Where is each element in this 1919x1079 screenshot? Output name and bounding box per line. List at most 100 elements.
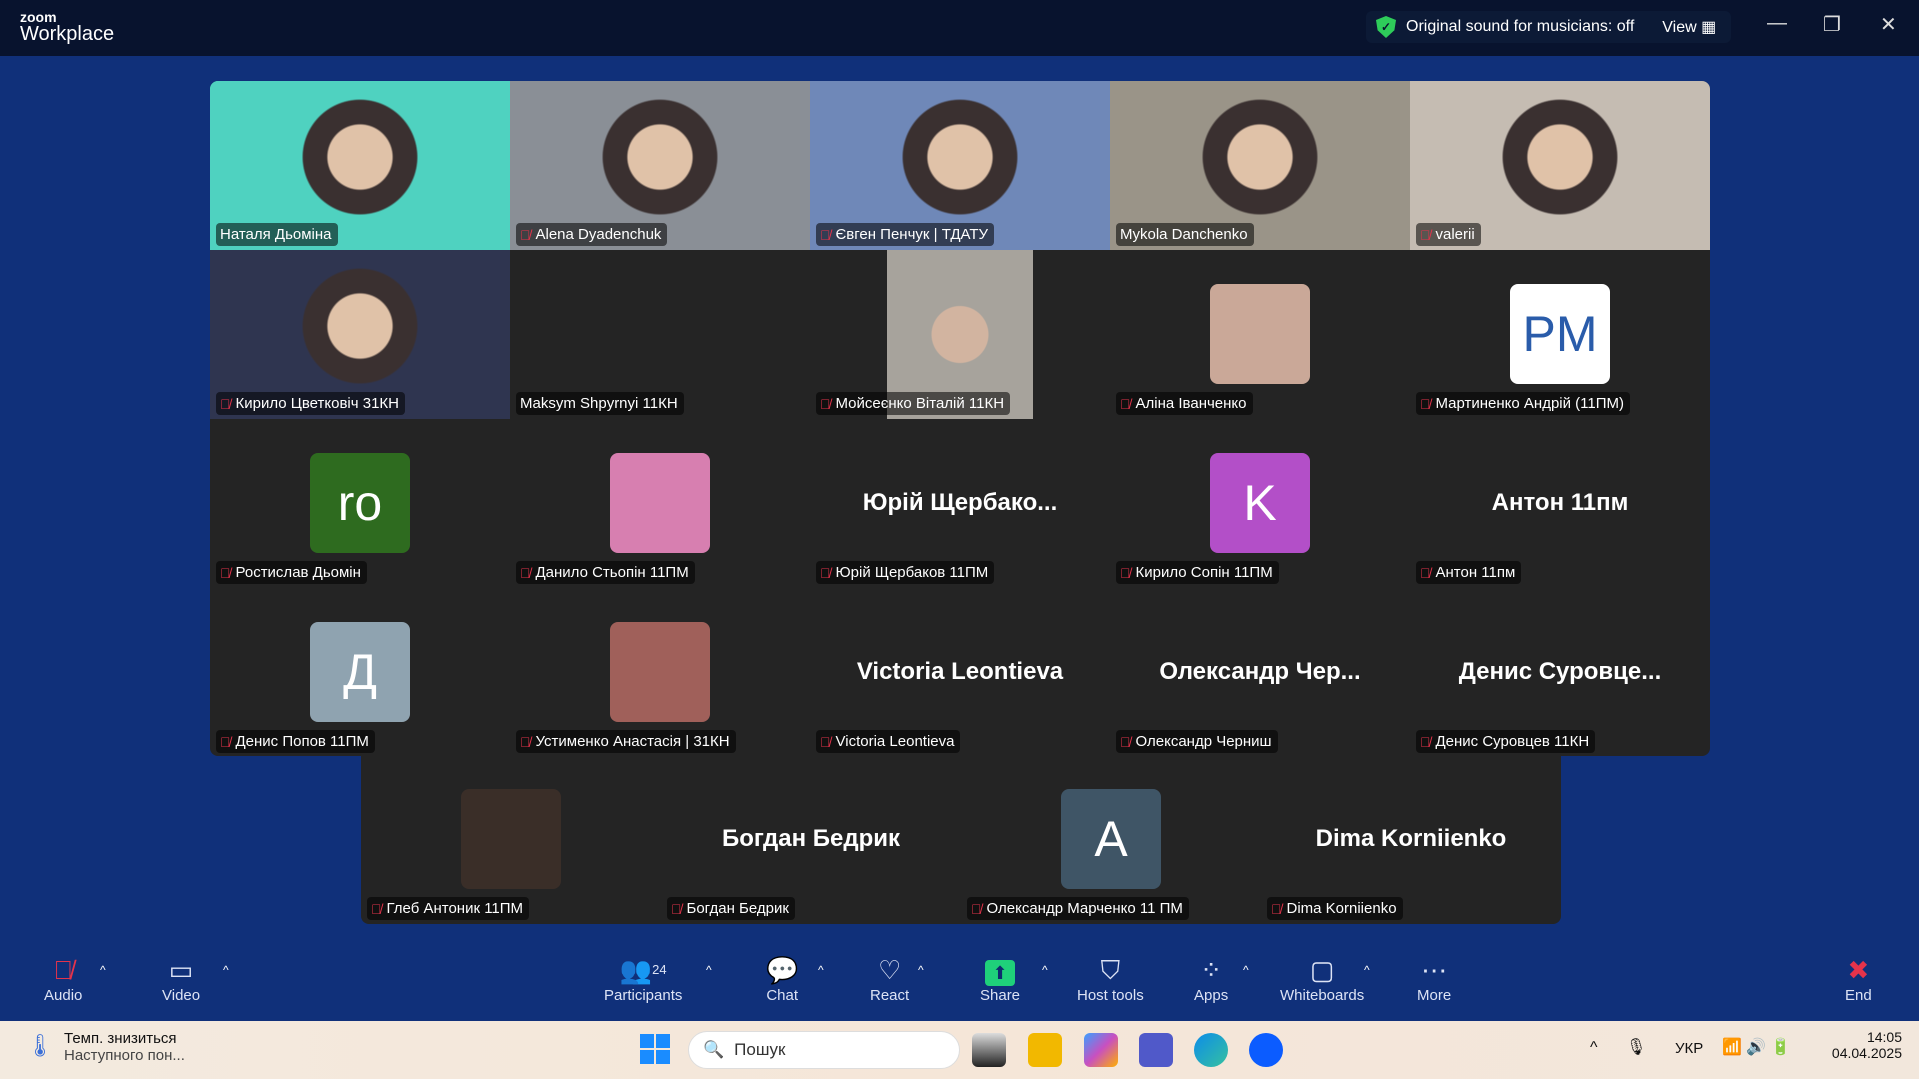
- participant-name: Богдан Бедрик: [686, 900, 789, 917]
- audio-options-caret[interactable]: ^: [100, 963, 106, 977]
- whiteboards-caret[interactable]: ^: [1364, 963, 1370, 977]
- participant-tile[interactable]: Олександр Чер... 🎙̸ Олександр Черниш: [1110, 588, 1410, 756]
- participant-tile[interactable]: 🎙̸ Устименко Анастасія | 31КН: [510, 588, 810, 756]
- participant-tile[interactable]: Д 🎙̸ Денис Попов 11ПМ: [210, 588, 510, 756]
- muted-mic-icon: 🎙̸: [820, 395, 831, 412]
- close-icon[interactable]: ✕: [1880, 12, 1897, 37]
- muted-mic-icon: 🎙̸: [371, 900, 382, 917]
- participant-tile[interactable]: 🎙̸ Євген Пенчук | ТДАТУ: [810, 81, 1110, 250]
- participant-tile[interactable]: Богдан Бедрик 🎙̸ Богдан Бедрик: [661, 755, 961, 924]
- participant-tile[interactable]: 🎙̸ Аліна Іванченко: [1110, 250, 1410, 419]
- participant-tile[interactable]: 🎙̸ Кирило Цветковіч 31КН: [210, 250, 510, 419]
- participant-tile[interactable]: K 🎙̸ Кирило Сопін 11ПМ: [1110, 419, 1410, 588]
- participant-name: Мойсеєнко Віталій 11КН: [835, 395, 1005, 412]
- participant-name-label: Mykola Danchenko: [1116, 223, 1254, 246]
- muted-mic-icon: 🎙̸: [1420, 564, 1431, 581]
- video-options-caret[interactable]: ^: [223, 963, 229, 977]
- participant-name-label: 🎙̸ Денис Попов 11ПМ: [216, 730, 375, 753]
- whiteboards-label: Whiteboards: [1280, 987, 1365, 1004]
- participant-name: Денис Суровцев 11КН: [1435, 733, 1590, 750]
- host-tools-label: Host tools: [1077, 987, 1144, 1004]
- participant-name: Мартиненко Андрій (11ПМ): [1435, 395, 1625, 412]
- react-button[interactable]: ♡ React: [870, 953, 909, 1004]
- participant-tile[interactable]: 🎙̸ Мойсеєнко Віталій 11КН: [810, 250, 1110, 419]
- muted-mic-icon: 🎙̸: [1420, 395, 1431, 412]
- network-volume-battery-icons[interactable]: 📶 🔊 🔋: [1722, 1037, 1791, 1057]
- weather-subtitle: Наступного пон...: [64, 1047, 185, 1064]
- minimize-icon[interactable]: —: [1767, 12, 1787, 35]
- participant-tile[interactable]: PM 🎙̸ Мартиненко Андрій (11ПМ): [1410, 250, 1710, 419]
- teams-icon[interactable]: [1139, 1033, 1173, 1067]
- react-label: React: [870, 987, 910, 1004]
- participant-name: Кирило Сопін 11ПМ: [1135, 564, 1273, 581]
- participant-tile[interactable]: 🎙̸ valerii: [1410, 81, 1710, 250]
- start-button[interactable]: [640, 1034, 670, 1064]
- video-button[interactable]: ▭ Video: [162, 953, 200, 1004]
- participant-name: Ростислав Дьомін: [235, 564, 361, 581]
- apps-button[interactable]: ⁘ Apps: [1194, 953, 1228, 1004]
- apps-label: Apps: [1194, 987, 1229, 1004]
- muted-mic-icon: 🎙̸: [520, 564, 531, 581]
- participants-label: Participants: [604, 987, 683, 1004]
- sound-status-text: Original sound for musicians: off: [1406, 18, 1635, 35]
- participant-tile[interactable]: Dima Korniienko 🎙̸ Dima Korniienko: [1261, 755, 1561, 924]
- participant-tile[interactable]: Mykola Danchenko: [1110, 81, 1410, 250]
- participant-avatar: [610, 622, 710, 722]
- original-sound-status[interactable]: ✓ Original sound for musicians: off View…: [1366, 11, 1731, 43]
- clock[interactable]: 14:05 04.04.2025: [1820, 1029, 1902, 1061]
- muted-mic-icon: 🎙̸: [1420, 226, 1431, 243]
- view-label: View: [1662, 19, 1697, 36]
- end-button[interactable]: ✖ End: [1845, 953, 1872, 1004]
- participant-name: Устименко Анастасія | 31КН: [535, 733, 730, 750]
- participant-name-label: 🎙̸ Alena Dyadenchuk: [516, 223, 668, 246]
- language-indicator[interactable]: УКР: [1675, 1040, 1703, 1057]
- chat-button[interactable]: 💬 Chat: [766, 953, 798, 1004]
- audio-button[interactable]: 🎙̸ Audio: [44, 953, 82, 1004]
- share-icon: ⬆: [980, 953, 1020, 987]
- restore-icon[interactable]: ❐: [1823, 12, 1841, 37]
- weather-widget[interactable]: Темп. знизиться Наступного пон...: [64, 1030, 185, 1064]
- gallery-grid: Наталя Дьоміна 🎙̸ Alena Dyadenchuk 🎙̸ Євген …: [210, 81, 1710, 756]
- edge-icon[interactable]: [1194, 1033, 1228, 1067]
- participant-name-label: 🎙̸ Денис Суровцев 11КН: [1416, 730, 1596, 753]
- participant-name-label: 🎙̸ Олександр Марченко 11 ПМ: [967, 897, 1189, 920]
- participant-tile[interactable]: Антон 11пм 🎙̸ Антон 11пм: [1410, 419, 1710, 588]
- participant-tile[interactable]: Наталя Дьоміна: [210, 81, 510, 250]
- participant-tile[interactable]: ro 🎙̸ Ростислав Дьомін: [210, 419, 510, 588]
- participant-tile[interactable]: A 🎙̸ Олександр Марченко 11 ПМ: [961, 755, 1261, 924]
- participants-button[interactable]: 👥24 Participants: [604, 953, 682, 1004]
- zoom-app-icon[interactable]: [1249, 1033, 1283, 1067]
- task-view-icon[interactable]: [972, 1033, 1006, 1067]
- participant-tile[interactable]: Victoria Leontieva 🎙̸ Victoria Leontieva: [810, 588, 1110, 756]
- share-caret[interactable]: ^: [1042, 963, 1048, 977]
- participant-tile[interactable]: 🎙̸ Данило Стьопін 11ПМ: [510, 419, 810, 588]
- weather-title: Темп. знизиться: [64, 1030, 177, 1047]
- apps-caret[interactable]: ^: [1243, 963, 1249, 977]
- participant-name-label: 🎙̸ Глеб Антоник 11ПМ: [367, 897, 530, 920]
- share-button[interactable]: ⬆ Share: [980, 953, 1020, 1004]
- participant-display-name: Victoria Leontieva: [856, 658, 1064, 685]
- chat-caret[interactable]: ^: [818, 963, 824, 977]
- participant-tile[interactable]: Юрій Щербако... 🎙̸ Юрій Щербаков 11ПМ: [810, 419, 1110, 588]
- participant-avatar: PM: [1510, 284, 1610, 384]
- show-hidden-icons[interactable]: ^: [1590, 1039, 1598, 1057]
- share-label: Share: [980, 987, 1021, 1004]
- muted-mic-icon: 🎙̸: [820, 226, 831, 243]
- host-tools-button[interactable]: ⛉ Host tools: [1077, 953, 1144, 1004]
- participant-tile[interactable]: Денис Суровце... 🎙̸ Денис Суровцев 11КН: [1410, 588, 1710, 756]
- file-explorer-icon[interactable]: [1028, 1033, 1062, 1067]
- muted-mic-icon: 🎙̸: [220, 564, 231, 581]
- participant-tile[interactable]: 🎙̸ Alena Dyadenchuk: [510, 81, 810, 250]
- audio-label: Audio: [44, 987, 83, 1004]
- copilot-icon[interactable]: [1084, 1033, 1118, 1067]
- participant-name-label: 🎙̸ Олександр Черниш: [1116, 730, 1278, 753]
- participant-tile[interactable]: 🎙̸ Глеб Антоник 11ПМ: [361, 755, 661, 924]
- participants-caret[interactable]: ^: [706, 963, 712, 977]
- taskbar-search[interactable]: 🔍 Пошук: [688, 1031, 960, 1069]
- more-button[interactable]: ⋯ More: [1417, 953, 1451, 1004]
- participant-name: Наталя Дьоміна: [220, 226, 332, 243]
- participant-tile[interactable]: Maksym Shpyrnyi 11КН: [510, 250, 810, 419]
- react-caret[interactable]: ^: [918, 963, 924, 977]
- view-button[interactable]: View ▦: [1662, 17, 1716, 37]
- whiteboards-button[interactable]: ▢ Whiteboards: [1280, 953, 1364, 1004]
